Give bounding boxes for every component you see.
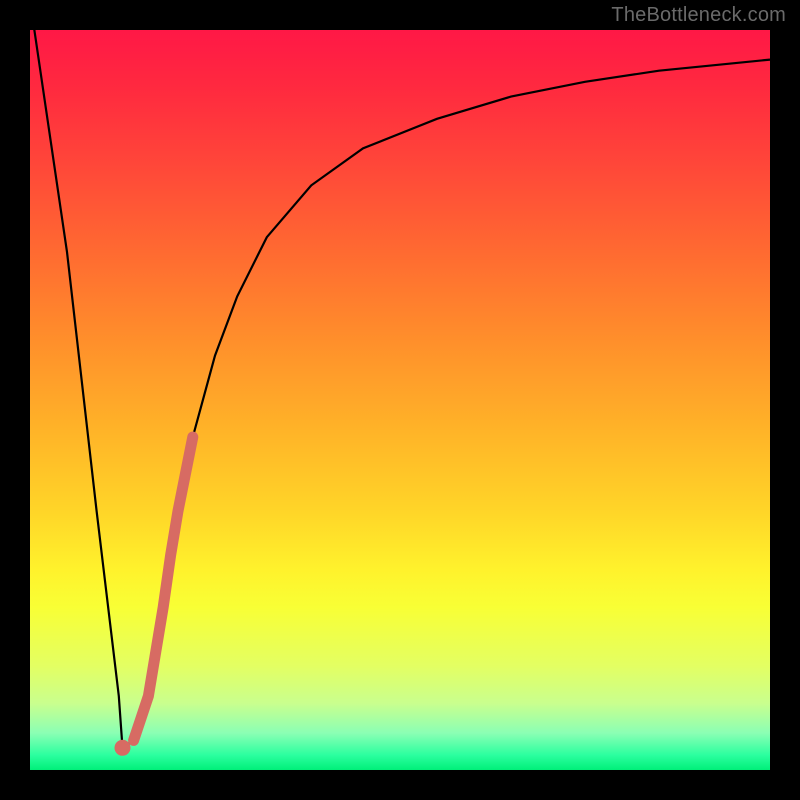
highlight-dot	[115, 740, 131, 756]
bottleneck-curve	[30, 0, 770, 747]
watermark-text: TheBottleneck.com	[611, 4, 786, 27]
chart-frame: TheBottleneck.com	[0, 0, 800, 800]
highlight-segment	[134, 437, 193, 740]
plot-area	[30, 30, 770, 770]
chart-svg	[30, 30, 770, 770]
